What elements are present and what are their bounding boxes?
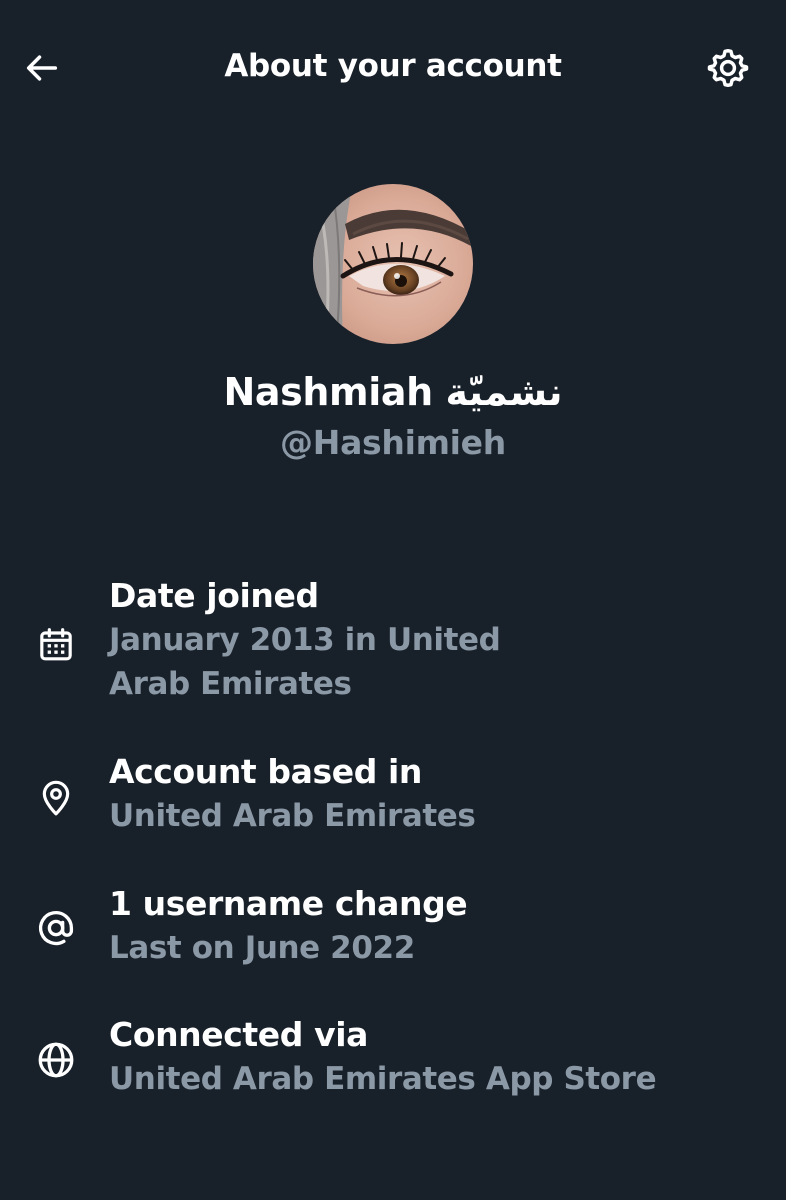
page-title: About your account (224, 48, 562, 84)
username-handle: @Hashimieh (280, 423, 506, 462)
display-name: Nashmiah نشميّة (223, 370, 563, 414)
info-text: Account based in United Arab Emirates (109, 750, 749, 838)
info-value: United Arab Emirates (109, 798, 476, 834)
info-value: United Arab Emirates App Store (109, 1061, 657, 1097)
gear-icon (707, 49, 749, 87)
info-value: Arab Emirates (109, 666, 352, 702)
top-bar: About your account (0, 0, 786, 136)
info-text: Connected via United Arab Emirates App S… (109, 1013, 749, 1101)
info-label: 1 username change (109, 884, 468, 923)
profile-photo (313, 184, 473, 344)
location-pin-icon (30, 772, 82, 824)
info-text: 1 username change Last on June 2022 (109, 882, 749, 970)
avatar[interactable] (313, 184, 473, 344)
info-label: Connected via (109, 1015, 368, 1054)
globe-icon (30, 1034, 82, 1086)
info-value: Last on June 2022 (109, 930, 415, 966)
info-label: Account based in (109, 752, 423, 791)
settings-button[interactable] (703, 43, 753, 93)
at-sign-icon (30, 902, 82, 954)
info-value: January 2013 in United (109, 622, 501, 658)
info-text: Date joined January 2013 in United Arab … (109, 574, 749, 706)
calendar-icon (30, 619, 82, 671)
info-label: Date joined (109, 576, 319, 615)
